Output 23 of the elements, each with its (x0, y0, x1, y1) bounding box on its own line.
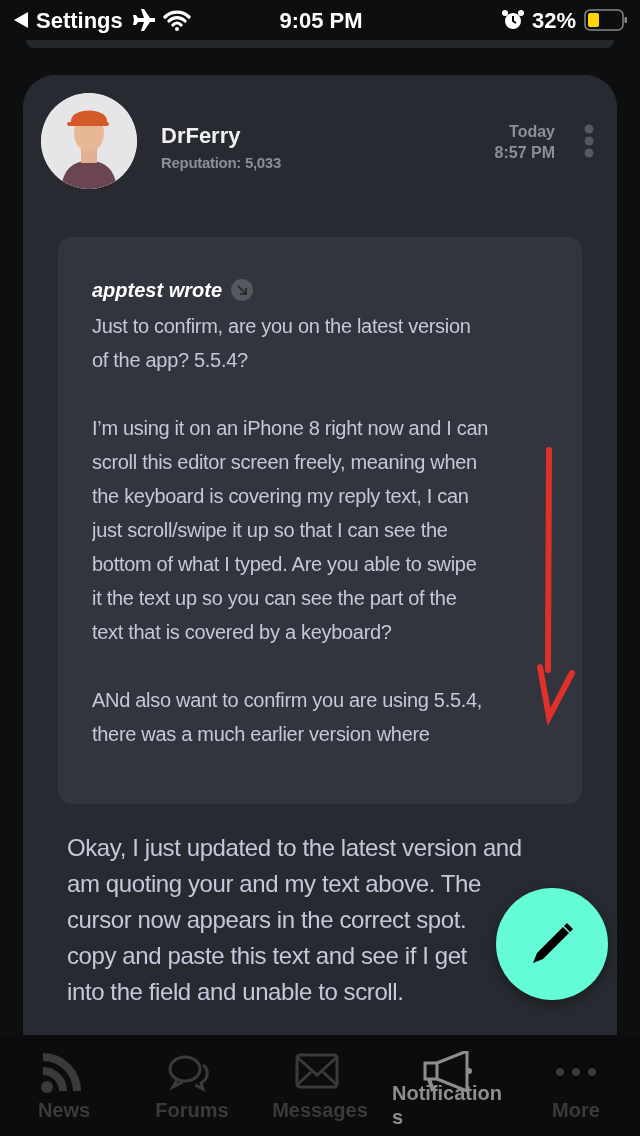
more-icon (556, 1068, 596, 1076)
author-name[interactable]: DrFerry (161, 119, 281, 152)
quote-paragraph: Just to confirm, are you on the latest version of the app? 5.5.4? (92, 314, 471, 373)
reply-line: cursor now appears in the correct spot. (67, 905, 467, 935)
reply-line: copy and paste this text and see if I get (67, 941, 467, 971)
reputation-text: Reputation: 5,033 (161, 153, 281, 173)
quote-header: apptest wrote (92, 278, 223, 303)
battery-percent: 32% (531, 6, 576, 35)
post-date: Today (508, 122, 555, 142)
tab-item[interactable]: Notifications (384, 1035, 512, 1136)
quote-paragraph: ANd also want to confirm you are using 5.5.4, there was a much earlier version where (92, 688, 483, 747)
alarm-icon (501, 9, 524, 31)
reply-line: into the field and unable to scroll. (67, 977, 404, 1007)
battery-icon (584, 9, 628, 31)
reply-line: Okay, I just updated to the latest version and (67, 833, 522, 863)
airplane-icon (130, 9, 155, 31)
back-link[interactable]: Settings (36, 3, 123, 37)
back-icon[interactable] (14, 12, 28, 28)
quote-paragraph: I’m using it on an iPhone 8 right now and I can scroll this editor screen freely, meaning when the keyboard is covering my reply text, I can just scroll/swipe it up so that I can see the bottom of what I typed. Are you able to swipe it the text up so you can see the part of the text that is covered by a keyboard? (92, 416, 489, 645)
reply-line: am quoting your and my text above. The (67, 869, 481, 899)
post-time: 8:57 PM (494, 143, 555, 163)
wifi-icon (162, 9, 191, 31)
clock-time: 9:05 PM (279, 6, 363, 35)
